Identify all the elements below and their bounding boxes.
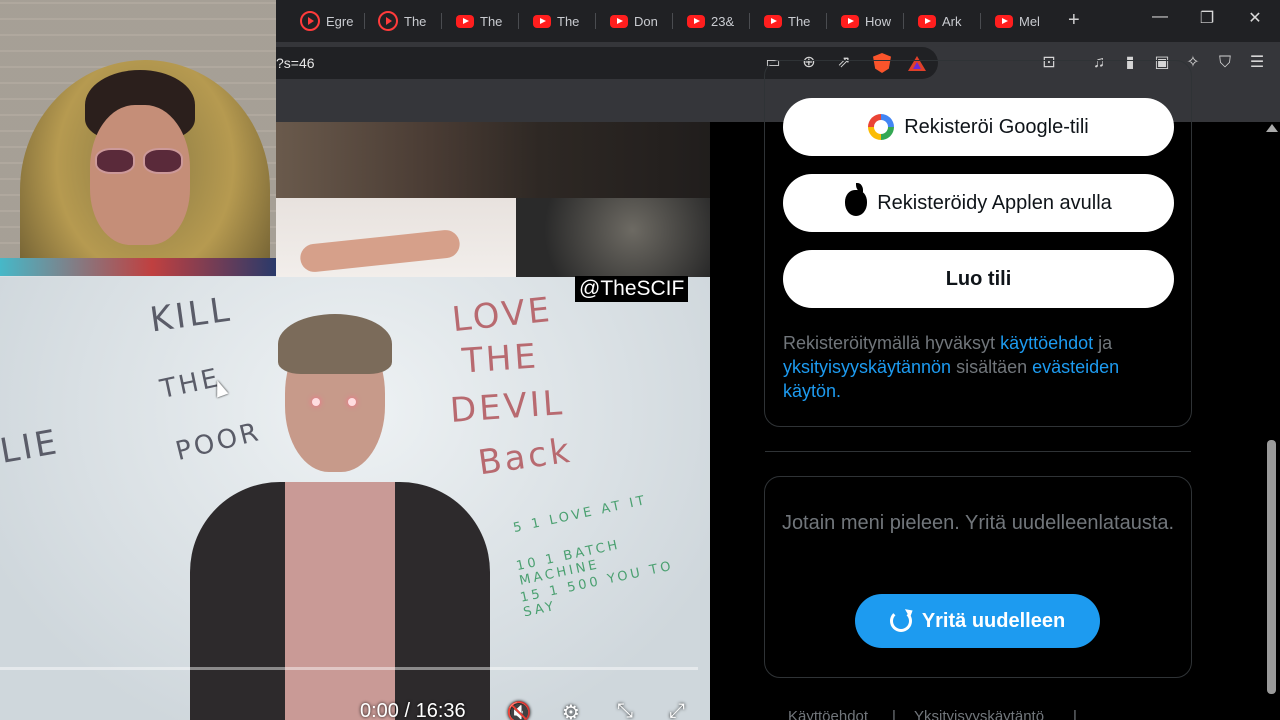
menu-icon[interactable]: ☰ [1246,52,1268,74]
privacy-link[interactable]: yksityisyyskäytännön [783,357,951,377]
tab[interactable]: Ark [918,8,962,34]
tab-separator [441,13,442,29]
mute-icon[interactable]: 🔇 [504,700,534,720]
person-eye [312,398,320,406]
divider [765,451,1191,452]
youtube-icon [610,14,628,28]
tab-separator [749,13,750,29]
footer-separator: | [1073,708,1077,720]
url-text[interactable]: ?s=46 [276,55,315,71]
tab-separator [826,13,827,29]
youtube-icon [995,14,1013,28]
video-color-strip [0,258,276,276]
tab-separator [980,13,981,29]
footer-separator: | [892,708,896,720]
video-watermark: @TheSCIF [575,276,689,302]
footer-terms-link[interactable]: Käyttöehdot [788,708,868,720]
close-window-button[interactable]: ✕ [1240,8,1270,28]
youtube-icon [841,14,859,28]
scroll-up-icon[interactable] [1266,124,1278,132]
person-hair [278,314,392,374]
tab-separator [595,13,596,29]
tab[interactable]: The [378,8,426,34]
tab-separator [518,13,519,29]
webcam-face [90,105,190,245]
vpn-icon[interactable]: ⛉ [1214,52,1236,74]
settings-icon[interactable]: ⚙ [556,700,586,720]
tab[interactable]: 23& [687,8,734,34]
create-account-button[interactable]: Luo tili [783,250,1174,308]
person-chest [285,482,395,720]
youtube-icon [764,14,782,28]
board-text: 5 1 LOVE AT IT [511,492,649,537]
tab[interactable]: The [456,8,502,34]
tab[interactable]: Mel [995,8,1040,34]
tab[interactable]: Egre [300,8,353,34]
tab-separator [903,13,904,29]
google-signup-button[interactable]: Rekisteröi Google-tili [783,98,1174,156]
retry-button[interactable]: Yritä uudelleen [855,594,1100,648]
tab[interactable]: The [764,8,810,34]
sunglasses-lens [143,148,183,174]
board-text: Back [475,430,575,484]
refresh-icon [889,610,912,632]
board-text: LIE [0,422,63,472]
footer-privacy-link[interactable]: Yksityisyyskäytäntö [914,708,1044,720]
video-person [190,314,490,720]
youtube-icon [687,14,705,28]
terms-link[interactable]: käyttöehdot [1000,333,1093,353]
restore-button[interactable]: ❐ [1192,8,1222,28]
person-eye [348,398,356,406]
apple-icon [845,183,868,216]
tab[interactable]: Don [610,8,658,34]
youtube-icon [533,14,551,28]
tab-separator [364,13,365,29]
youtube-icon [918,14,936,28]
new-tab-button[interactable]: + [1068,9,1080,31]
video-inset-right [516,198,710,278]
sunglasses-lens [95,148,135,174]
google-icon [868,114,895,140]
fullscreen-icon[interactable]: ⤢ [662,700,692,720]
webcam-overlay [0,0,276,258]
miniplayer-icon[interactable]: ⤡ [610,700,640,720]
tab[interactable]: How [841,8,891,34]
scrollbar-thumb[interactable] [1267,440,1276,694]
video-frame-top [276,122,710,198]
apple-signup-button[interactable]: Rekisteröidy Applen avulla [783,174,1174,232]
seek-bar[interactable] [0,667,698,670]
screen: Egre The The The Don 23& The How Ark Mel… [0,0,1280,720]
youtube-icon [456,14,474,28]
minimize-button[interactable]: — [1145,8,1175,26]
youtube-ring-icon [378,11,398,31]
tab[interactable]: The [533,8,579,34]
error-message: Jotain meni pieleen. Yritä uudelleenlata… [781,512,1175,534]
terms-text: Rekisteröitymällä hyväksyt käyttöehdot j… [783,333,1120,401]
tab-separator [672,13,673,29]
youtube-ring-icon [300,11,320,31]
video-time: 0:00 / 16:36 [360,700,466,720]
